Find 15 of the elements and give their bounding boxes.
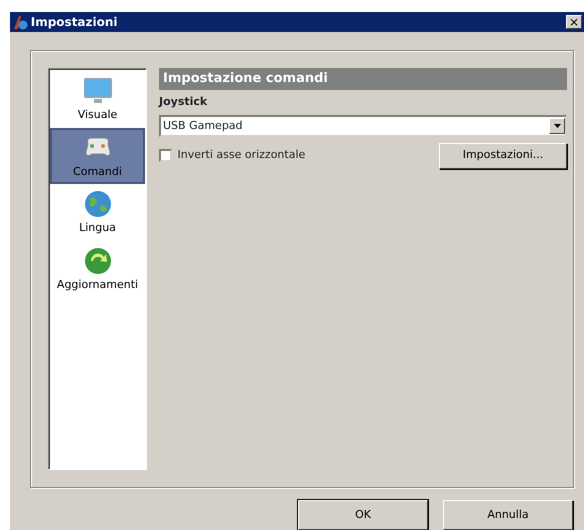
invert-label: Inverti asse orizzontale <box>178 147 306 164</box>
invert-checkbox[interactable] <box>159 149 172 162</box>
close-button[interactable]: × <box>566 15 582 29</box>
sidebar-item[interactable]: Visuale <box>50 71 145 128</box>
section-header: Impostazione comandi <box>159 68 567 90</box>
sidebar-item[interactable]: Aggiornamenti <box>50 240 145 297</box>
joystick-label: Joystick <box>159 94 208 110</box>
sidebar-item[interactable]: Comandi <box>50 128 145 184</box>
ok-button[interactable]: OK <box>298 500 428 530</box>
joystick-dropdown[interactable]: USB Gamepad <box>159 115 567 137</box>
cancel-button[interactable]: Annulla <box>443 500 573 530</box>
settings-button[interactable]: Impostazioni... <box>439 142 567 168</box>
app-icon <box>12 14 28 30</box>
sidebar-item[interactable]: Lingua <box>50 184 145 240</box>
window-title: Impostazioni <box>30 14 118 31</box>
